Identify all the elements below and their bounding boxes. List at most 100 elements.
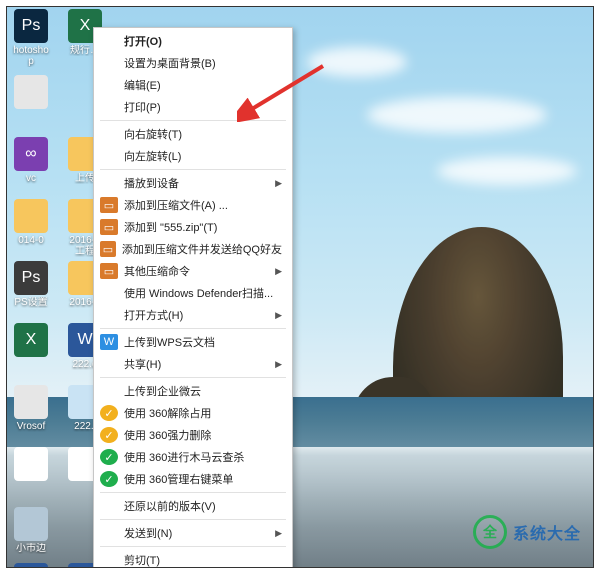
desktop-icon-vc[interactable]: ∞ vc (11, 137, 51, 184)
menu-item[interactable]: 打开方式(H)▶ (94, 304, 292, 326)
desktop-icon-label: 014-0 (11, 235, 51, 246)
menu-item[interactable]: 向右旋转(T) (94, 123, 292, 145)
menu-item[interactable]: ▭ 添加到 "555.zip"(T) (94, 216, 292, 238)
360y-icon: ✓ (100, 405, 118, 421)
menu-item[interactable]: 上传到企业微云 (94, 380, 292, 402)
desktop-icon-glyph: W (14, 563, 48, 568)
zip-icon: ▭ (100, 241, 116, 257)
menu-item[interactable]: 设置为桌面背景(B) (94, 52, 292, 74)
menu-item[interactable]: 打印(P) (94, 96, 292, 118)
menu-item-label: 使用 360强力删除 (124, 427, 211, 443)
watermark-logo-text: 系统大全 (513, 520, 581, 544)
menu-item-label: 使用 360解除占用 (124, 405, 211, 421)
menu-item[interactable]: 还原以前的版本(V) (94, 495, 292, 517)
blank-icon (100, 498, 118, 514)
blank-icon (100, 148, 118, 164)
desktop-icon-ps-prefs[interactable]: Ps PS设置 (11, 261, 51, 308)
blank-icon (100, 33, 118, 49)
watermark-logo-icon: 全 (473, 515, 507, 549)
menu-separator (100, 519, 286, 520)
menu-item[interactable]: 发送到(N)▶ (94, 522, 292, 544)
desktop-icon-folder-2[interactable]: 014-0 (11, 199, 51, 246)
zip-icon: ▭ (100, 219, 118, 235)
desktop-icon-label: vc (11, 173, 51, 184)
menu-item-label: 使用 360进行木马云查杀 (124, 449, 244, 465)
desktop-icon-label: 小市边 (11, 543, 51, 554)
menu-item-label: 打开(O) (124, 33, 162, 49)
desktop-icon-file-1[interactable] (11, 75, 51, 111)
desktop-icon-xlsx-2[interactable]: X (11, 323, 51, 359)
blank-icon (100, 307, 118, 323)
desktop-icon-docx-3[interactable]: W (11, 563, 51, 568)
menu-item[interactable]: ✓ 使用 360管理右键菜单 (94, 468, 292, 490)
submenu-arrow-icon: ▶ (275, 359, 282, 370)
360g-icon: ✓ (100, 449, 118, 465)
menu-separator (100, 120, 286, 121)
blank-icon (100, 99, 118, 115)
menu-item-label: 剪切(T) (124, 552, 160, 568)
zip-icon: ▭ (100, 197, 118, 213)
menu-item-label: 还原以前的版本(V) (124, 498, 216, 514)
menu-item[interactable]: 播放到设备▶ (94, 172, 292, 194)
menu-item-label: 上传到企业微云 (124, 383, 201, 399)
wps-icon: W (100, 334, 118, 350)
submenu-arrow-icon: ▶ (275, 266, 282, 277)
menu-item[interactable]: ✓ 使用 360解除占用 (94, 402, 292, 424)
desktop-icon-glyph (14, 199, 48, 233)
menu-item[interactable]: ▭ 添加到压缩文件并发送给QQ好友 (94, 238, 292, 260)
menu-item[interactable]: 共享(H) ▶ (94, 353, 292, 375)
menu-item-label: 向右旋转(T) (124, 126, 182, 142)
blank-icon (100, 383, 118, 399)
blank-icon (100, 356, 118, 372)
blank-icon (100, 55, 118, 71)
menu-item-label: 共享(H) (124, 356, 161, 372)
menu-separator (100, 492, 286, 493)
menu-item[interactable]: W 上传到WPS云文档 (94, 331, 292, 353)
desktop-icon-glyph (14, 75, 48, 109)
blank-icon (100, 77, 118, 93)
submenu-arrow-icon: ▶ (275, 528, 282, 539)
menu-item-label: 设置为桌面背景(B) (124, 55, 216, 71)
menu-item[interactable]: 编辑(E) (94, 74, 292, 96)
menu-item[interactable]: 剪切(T) (94, 549, 292, 568)
menu-item[interactable]: ✓ 使用 360进行木马云查杀 (94, 446, 292, 468)
menu-item-label: 添加到 "555.zip"(T) (124, 219, 217, 235)
menu-item[interactable]: 打开(O) (94, 30, 292, 52)
blank-icon (100, 126, 118, 142)
menu-separator (100, 328, 286, 329)
desktop-icon-sel-1[interactable] (11, 447, 51, 483)
desktop-icon-label: PS设置 (11, 297, 51, 308)
menu-separator (100, 546, 286, 547)
menu-item[interactable]: ✓ 使用 360强力删除 (94, 424, 292, 446)
menu-item-label: 上传到WPS云文档 (124, 334, 215, 350)
blank-icon (100, 552, 118, 568)
menu-item[interactable]: ▭其他压缩命令▶ (94, 260, 292, 282)
desktop-icon-photoshop[interactable]: Pshotoshop (11, 9, 51, 67)
desktop-icon-label: Vrosof (11, 421, 51, 432)
menu-item-label: 添加到压缩文件(A) ... (124, 197, 228, 213)
menu-separator (100, 169, 286, 170)
watermark-logo: 全 系统大全 (473, 515, 581, 549)
desktop-icon-glyph (14, 507, 48, 541)
blank-icon (100, 285, 118, 301)
menu-item[interactable]: ▭ 添加到压缩文件(A) ... (94, 194, 292, 216)
menu-item[interactable]: 向左旋转(L) (94, 145, 292, 167)
zip-icon: ▭ (100, 263, 118, 279)
360y-icon: ✓ (100, 427, 118, 443)
desktop-icon-glyph: ∞ (14, 137, 48, 171)
menu-item[interactable]: 使用 Windows Defender扫描... (94, 282, 292, 304)
menu-item-label: 使用 Windows Defender扫描... (124, 285, 273, 301)
desktop-icon-huihua[interactable]: 小市边 (11, 507, 51, 554)
desktop-icon-glyph: X (14, 323, 48, 357)
desktop-icon-file-2[interactable]: Vrosof (11, 385, 51, 432)
360g-icon: ✓ (100, 471, 118, 487)
blank-icon (100, 175, 118, 191)
blank-icon (100, 525, 118, 541)
menu-item-label: 打印(P) (124, 99, 161, 115)
context-menu[interactable]: 打开(O) 设置为桌面背景(B) 编辑(E) 打印(P) 向右旋转(T) 向左旋转(L) 播… (93, 27, 293, 568)
desktop-icon-glyph: Ps (14, 261, 48, 295)
menu-item-label: 使用 360管理右键菜单 (124, 471, 233, 487)
desktop-icon-glyph (14, 447, 48, 481)
screenshot-frame: PshotoshopX规行…∞vc上传014-02016-0工程PsPS设置20… (6, 6, 594, 568)
menu-item-label: 添加到压缩文件并发送给QQ好友 (122, 241, 282, 257)
